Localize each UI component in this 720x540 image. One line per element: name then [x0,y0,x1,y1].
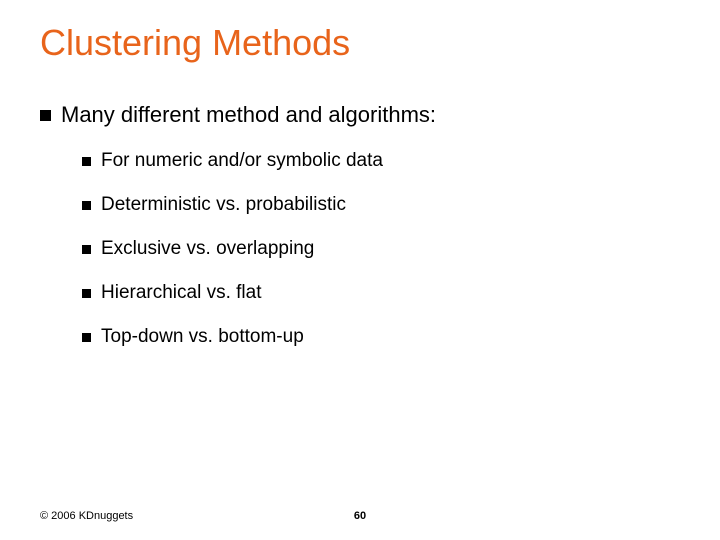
bullet-level2: Hierarchical vs. flat [82,282,680,304]
square-bullet-icon [82,201,91,210]
copyright-footer: © 2006 KDnuggets [40,510,133,522]
slide-title: Clustering Methods [40,22,680,64]
bullet-text: Hierarchical vs. flat [101,282,262,304]
bullet-level2: Top-down vs. bottom-up [82,326,680,348]
bullet-text: Many different method and algorithms: [61,102,436,128]
bullet-text: Exclusive vs. overlapping [101,238,314,260]
square-bullet-icon [40,110,51,121]
square-bullet-icon [82,157,91,166]
bullet-text: Deterministic vs. probabilistic [101,194,346,216]
bullet-level2: For numeric and/or symbolic data [82,150,680,172]
bullet-level2: Deterministic vs. probabilistic [82,194,680,216]
square-bullet-icon [82,245,91,254]
bullet-text: Top-down vs. bottom-up [101,326,304,348]
slide: Clustering Methods Many different method… [0,0,720,540]
bullet-text: For numeric and/or symbolic data [101,150,383,172]
page-number: 60 [354,510,366,522]
square-bullet-icon [82,289,91,298]
bullet-level1: Many different method and algorithms: [40,102,680,128]
bullet-level2: Exclusive vs. overlapping [82,238,680,260]
square-bullet-icon [82,333,91,342]
